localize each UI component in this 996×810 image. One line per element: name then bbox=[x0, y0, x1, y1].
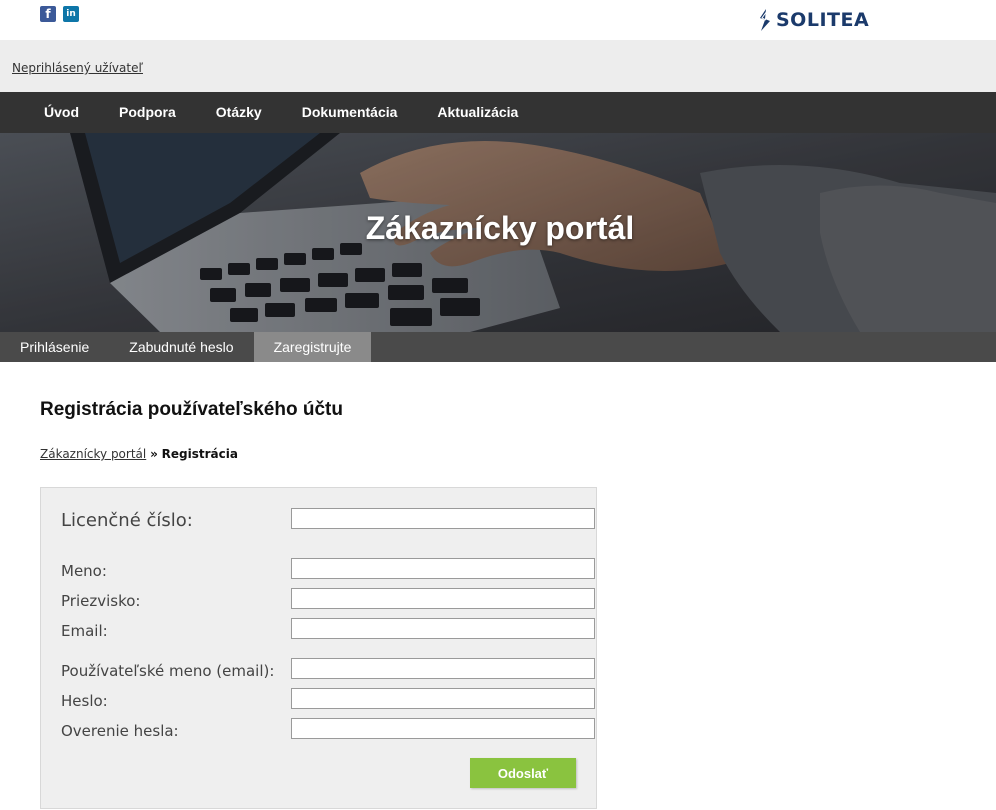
solitea-logo[interactable]: SOLITEA bbox=[758, 8, 869, 32]
registration-form: Licenčné číslo: Meno: Priezvisko: Email:… bbox=[40, 487, 597, 809]
first-name-label: Meno: bbox=[61, 562, 107, 580]
email-label: Email: bbox=[61, 622, 108, 640]
hero-banner: Zákaznícky portál bbox=[0, 133, 996, 332]
main-navigation: Úvod Podpora Otázky Dokumentácia Aktuali… bbox=[0, 92, 996, 133]
page-title: Registrácia používateľského účtu bbox=[40, 399, 343, 420]
sub-navigation: Prihlásenie Zabudnuté heslo Zaregistrujt… bbox=[0, 332, 996, 362]
nav-item-aktualizacia[interactable]: Aktualizácia bbox=[417, 92, 538, 133]
email-input[interactable] bbox=[291, 618, 595, 639]
nav-item-podpora[interactable]: Podpora bbox=[99, 92, 196, 133]
license-input[interactable] bbox=[291, 508, 595, 529]
user-status-link[interactable]: Neprihlásený užívateľ bbox=[12, 61, 143, 75]
license-label: Licenčné číslo: bbox=[61, 510, 193, 531]
user-bar: Neprihlásený užívateľ bbox=[0, 40, 996, 92]
breadcrumb-separator: » bbox=[150, 447, 158, 461]
last-name-input[interactable] bbox=[291, 588, 595, 609]
password-label: Heslo: bbox=[61, 692, 108, 710]
solitea-logo-icon bbox=[760, 9, 770, 31]
hero-title: Zákaznícky portál bbox=[365, 210, 635, 246]
breadcrumb-current: Registrácia bbox=[161, 447, 238, 461]
nav-item-uvod[interactable]: Úvod bbox=[24, 92, 99, 133]
nav-item-dokumentacia[interactable]: Dokumentácia bbox=[282, 92, 418, 133]
breadcrumb: Zákaznícky portál » Registrácia bbox=[40, 447, 238, 461]
tab-zabudnute-heslo[interactable]: Zabudnuté heslo bbox=[109, 332, 253, 362]
password-confirm-label: Overenie hesla: bbox=[61, 722, 179, 740]
tab-prihlasenie[interactable]: Prihlásenie bbox=[0, 332, 109, 362]
social-links: f in bbox=[40, 6, 79, 22]
password-input[interactable] bbox=[291, 688, 595, 709]
password-confirm-input[interactable] bbox=[291, 718, 595, 739]
last-name-label: Priezvisko: bbox=[61, 592, 141, 610]
submit-button[interactable]: Odoslať bbox=[470, 758, 576, 788]
facebook-icon[interactable]: f bbox=[40, 6, 56, 22]
username-input[interactable] bbox=[291, 658, 595, 679]
username-label: Používateľské meno (email): bbox=[61, 662, 275, 680]
linkedin-icon[interactable]: in bbox=[63, 6, 79, 22]
logo-text: SOLITEA bbox=[776, 9, 870, 31]
top-bar: f in SOLITEA bbox=[0, 0, 996, 40]
first-name-input[interactable] bbox=[291, 558, 595, 579]
nav-item-otazky[interactable]: Otázky bbox=[196, 92, 282, 133]
breadcrumb-link-portal[interactable]: Zákaznícky portál bbox=[40, 447, 146, 461]
tab-zaregistrujte[interactable]: Zaregistrujte bbox=[253, 332, 372, 362]
